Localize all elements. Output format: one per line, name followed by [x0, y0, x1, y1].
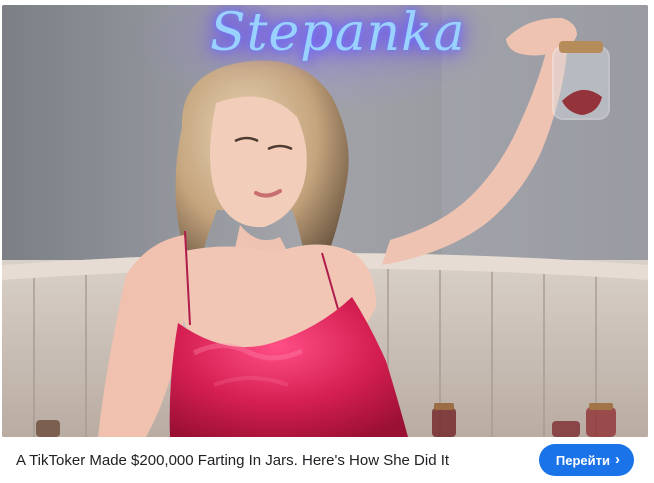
ad-footer: A TikToker Made $200,000 Farting In Jars…	[0, 437, 654, 483]
chevron-right-icon: ›	[615, 451, 620, 468]
photo-illustration	[2, 5, 648, 437]
ad-headline[interactable]: A TikToker Made $200,000 Farting In Jars…	[16, 452, 449, 469]
go-button-label: Перейти	[555, 452, 610, 468]
go-button[interactable]: Перейти ›	[538, 444, 634, 476]
neon-sign: Stepanka	[210, 5, 466, 63]
ad-card[interactable]: Stepanka A TikToker Made $200,000 Fartin…	[0, 0, 654, 483]
ad-image[interactable]: Stepanka	[2, 5, 648, 437]
